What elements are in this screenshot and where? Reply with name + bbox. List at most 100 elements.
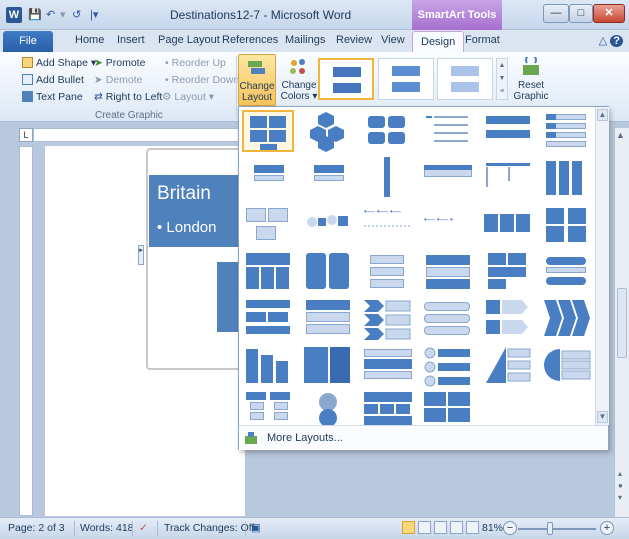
layout-item[interactable]: [242, 345, 294, 387]
print-layout-view-button[interactable]: [402, 521, 415, 534]
redo-icon[interactable]: ↺: [72, 8, 81, 21]
full-screen-reading-view-button[interactable]: [418, 521, 431, 534]
layout-item[interactable]: •— •— •—: [362, 204, 414, 246]
gallery-scroll-up-icon[interactable]: ▲: [597, 109, 608, 121]
layout-item[interactable]: [542, 298, 594, 340]
text-pane-toggle-handle[interactable]: ▸: [138, 245, 144, 265]
tab-insert[interactable]: Insert: [117, 34, 145, 46]
track-changes-status[interactable]: Track Changes: Off: [164, 522, 254, 534]
layout-item[interactable]: [302, 298, 354, 340]
text-pane-button[interactable]: Text Pane: [22, 91, 83, 103]
change-layout-button[interactable]: Change Layout ▾: [238, 54, 276, 114]
layout-button[interactable]: ⚙ Layout ▾: [162, 91, 214, 103]
word-count[interactable]: Words: 418: [80, 522, 134, 534]
reorder-down-button[interactable]: • Reorder Down: [165, 74, 239, 86]
layout-item[interactable]: [302, 345, 354, 387]
scroll-up-icon[interactable]: ▲: [616, 130, 625, 140]
smartart-shape-britain[interactable]: Britain • London: [149, 175, 244, 247]
layout-item[interactable]: [362, 345, 414, 387]
tab-selector[interactable]: L: [19, 128, 33, 142]
tab-review[interactable]: Review: [336, 34, 372, 46]
tab-design[interactable]: Design: [412, 31, 465, 53]
more-layouts-item[interactable]: More Layouts...: [239, 425, 608, 450]
zoom-slider-thumb[interactable]: [547, 522, 553, 535]
zoom-out-button[interactable]: −: [503, 521, 517, 535]
draft-view-button[interactable]: [466, 521, 479, 534]
layout-item[interactable]: [542, 204, 594, 246]
macro-record-icon[interactable]: ▣: [251, 522, 261, 534]
layout-item[interactable]: [482, 204, 534, 246]
page-count[interactable]: Page: 2 of 3: [8, 522, 65, 534]
gallery-scrollbar[interactable]: ▲ ▼: [595, 107, 609, 425]
smartart-style-3[interactable]: [437, 58, 493, 100]
layout-item[interactable]: [242, 251, 294, 293]
layout-item[interactable]: [422, 157, 474, 199]
gallery-scroll-down-icon[interactable]: ▼: [597, 411, 608, 423]
layout-item[interactable]: [542, 157, 594, 199]
undo-dropdown-icon[interactable]: ▾: [60, 8, 66, 21]
layout-item[interactable]: [302, 204, 354, 246]
proofing-icon[interactable]: ✓: [139, 522, 148, 534]
zoom-level[interactable]: 81%: [482, 522, 503, 534]
layout-item[interactable]: [542, 345, 594, 387]
layout-item[interactable]: [482, 157, 534, 199]
maximize-button[interactable]: □: [569, 4, 593, 23]
browse-buttons[interactable]: ▴ ● ▾: [618, 468, 623, 504]
help-icon[interactable]: △ ?: [599, 34, 623, 47]
layout-item[interactable]: [242, 110, 294, 152]
layout-item[interactable]: [422, 345, 474, 387]
layout-item[interactable]: [242, 157, 294, 199]
layout-item[interactable]: [422, 298, 474, 340]
horizontal-ruler[interactable]: [33, 128, 245, 142]
minimize-button[interactable]: —: [543, 4, 569, 23]
customize-qat-icon[interactable]: |▾: [90, 8, 98, 21]
layout-item[interactable]: [302, 392, 354, 425]
zoom-in-button[interactable]: +: [600, 521, 614, 535]
tab-home[interactable]: Home: [75, 34, 104, 46]
vertical-scrollbar[interactable]: ▲ ▴ ● ▾: [614, 128, 629, 517]
undo-icon[interactable]: ↶: [46, 8, 55, 21]
layout-item[interactable]: [302, 251, 354, 293]
tab-format[interactable]: Format: [465, 34, 500, 46]
tab-mailings[interactable]: Mailings: [285, 34, 325, 46]
layout-item[interactable]: [302, 110, 354, 152]
tab-references[interactable]: References: [222, 34, 278, 46]
web-layout-view-button[interactable]: [434, 521, 447, 534]
scrollbar-thumb[interactable]: [617, 288, 627, 358]
layout-item[interactable]: [242, 392, 294, 425]
tab-file[interactable]: File: [3, 31, 53, 52]
layout-item[interactable]: [482, 251, 534, 293]
tab-view[interactable]: View: [381, 34, 405, 46]
layout-item[interactable]: [542, 251, 594, 293]
close-button[interactable]: ✕: [593, 4, 625, 23]
save-icon[interactable]: 💾: [28, 8, 42, 21]
smartart-style-1[interactable]: [318, 58, 374, 100]
layout-item[interactable]: [422, 110, 474, 152]
tab-page-layout[interactable]: Page Layout: [158, 34, 220, 46]
layout-item[interactable]: [242, 298, 294, 340]
reorder-up-button[interactable]: • Reorder Up: [165, 57, 226, 69]
reset-graphic-button[interactable]: Reset Graphic: [513, 54, 549, 106]
layout-item[interactable]: [362, 298, 414, 340]
add-shape-button[interactable]: Add Shape ▾: [22, 57, 96, 69]
promote-button[interactable]: ➤ Promote: [94, 57, 145, 69]
zoom-slider-track[interactable]: [518, 528, 596, 530]
layout-item[interactable]: [482, 345, 534, 387]
smartart-style-2[interactable]: [378, 58, 434, 100]
layout-item[interactable]: [482, 110, 534, 152]
layout-item[interactable]: [482, 298, 534, 340]
layout-item[interactable]: [362, 392, 414, 425]
change-colors-button[interactable]: Change Colors ▾: [280, 54, 318, 106]
demote-button[interactable]: ➤ Demote: [94, 74, 143, 86]
layout-item[interactable]: [362, 251, 414, 293]
word-app-icon[interactable]: W: [6, 7, 22, 23]
add-bullet-button[interactable]: Add Bullet: [22, 74, 84, 86]
layout-item[interactable]: [542, 110, 594, 152]
right-to-left-button[interactable]: ⇄ Right to Left: [94, 91, 162, 103]
layout-item[interactable]: •— •— •: [422, 204, 474, 246]
layout-item[interactable]: [362, 157, 414, 199]
outline-view-button[interactable]: [450, 521, 463, 534]
layout-item[interactable]: [422, 392, 474, 425]
layout-item[interactable]: [242, 204, 294, 246]
layout-item[interactable]: [362, 110, 414, 152]
